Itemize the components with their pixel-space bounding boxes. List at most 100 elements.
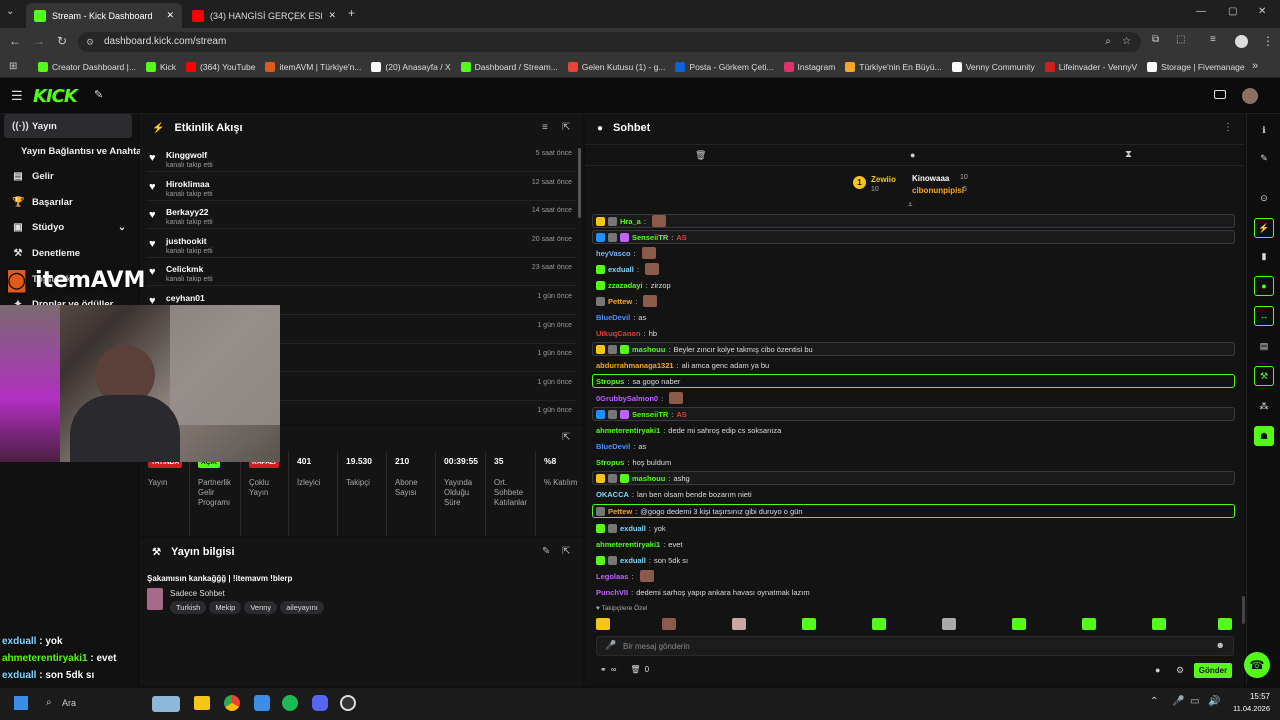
chat-username[interactable]: 0GrubbySalmon0: [596, 394, 658, 403]
activity-row[interactable]: ♥ justhookit kanalı takip etti 20 saat önce: [146, 230, 576, 258]
chat-username[interactable]: UtkuqCanon: [596, 329, 641, 338]
activity-row[interactable]: ♥ Celickmk kanalı takip etti 23 saat önce: [146, 258, 576, 287]
tray-chevron-icon[interactable]: ⌃: [1150, 696, 1158, 707]
popout-icon[interactable]: ⇱: [562, 432, 570, 443]
chat-icon[interactable]: ●: [910, 150, 915, 160]
chat-message[interactable]: BlueDevil: as: [596, 439, 646, 453]
network-icon[interactable]: ▭: [1190, 696, 1199, 707]
chat-message[interactable]: OKACCA: lan ben olsam bende bozarım nieti: [596, 487, 752, 501]
emote-icon[interactable]: [872, 618, 886, 630]
chat-username[interactable]: ahmeterentiryaki1: [596, 426, 660, 435]
close-tab-icon[interactable]: ✕: [166, 10, 174, 21]
bookmark-item[interactable]: Türkiye'nin En Büyü...: [845, 61, 942, 72]
bookmark-item[interactable]: Creator Dashboard |...: [38, 61, 136, 72]
emote-icon[interactable]: [1152, 618, 1166, 630]
emote-icon[interactable]: [662, 618, 676, 630]
chrome-icon[interactable]: [224, 695, 240, 711]
bookmark-item[interactable]: Storage | Fivemanage: [1147, 61, 1245, 72]
trash-icon[interactable]: 🗑: [630, 665, 640, 674]
weather-widget-icon[interactable]: [152, 696, 180, 712]
bookmark-item[interactable]: Instagram: [783, 61, 835, 72]
nodes-icon[interactable]: ⁂: [1254, 396, 1274, 416]
chat-username[interactable]: abdurrahmanaga1321: [596, 361, 674, 370]
trash-icon[interactable]: 🗑: [695, 150, 706, 161]
chat-input[interactable]: 🎤 Bir mesaj gönderin ☻: [596, 636, 1234, 656]
chat-message[interactable]: mashouu: Beyler zıncır kolye takmış cibo …: [592, 342, 1235, 356]
chat-message[interactable]: UtkuqCanon: hb: [596, 326, 657, 340]
bot-icon[interactable]: ☗: [1254, 426, 1274, 446]
chat-username[interactable]: Hra_a: [620, 217, 641, 226]
expand-icon[interactable]: ⩡: [908, 200, 913, 210]
chat-message[interactable]: ahmeterentiryaki1: dede mi sahroş edip cs…: [596, 423, 781, 437]
sidebar-item-gelir[interactable]: ▤ Gelir: [4, 164, 132, 188]
emote-icon[interactable]: [596, 618, 610, 630]
activity-row[interactable]: ♥ Hiroklimaa kanalı takip etti 12 saat önce: [146, 173, 576, 201]
menu-icon[interactable]: ☰: [11, 88, 23, 104]
user-avatar[interactable]: [1242, 88, 1258, 104]
search-icon[interactable]: ⌕: [1105, 32, 1111, 52]
kick-logo[interactable]: KICK: [33, 86, 78, 107]
popout-icon[interactable]: ⇱: [562, 546, 570, 557]
chat-icon[interactable]: ●: [1254, 276, 1274, 296]
chat-username[interactable]: PunchVII: [596, 588, 628, 597]
chat-username[interactable]: BlueDevil: [596, 313, 630, 322]
bookmark-item[interactable]: Kick: [145, 61, 176, 72]
sidebar-item-denetleme[interactable]: ⚒ Denetleme: [4, 241, 132, 265]
chat-message[interactable]: exduall: son 5dk sı: [596, 553, 688, 567]
chat-message[interactable]: SenseiiTR: AS: [592, 407, 1235, 421]
maximize-icon[interactable]: ▢: [1228, 6, 1237, 17]
stack-icon[interactable]: ▤: [1254, 336, 1274, 356]
broadcast-icon[interactable]: ↔: [1254, 306, 1274, 326]
chat-message[interactable]: mashouu: ashg: [592, 471, 1235, 485]
hammer-icon[interactable]: ⚒: [1254, 366, 1274, 386]
sidebar-item-yayin[interactable]: ((·)) Yayın: [4, 114, 132, 138]
chat-username[interactable]: ahmeterentiryaki1: [596, 540, 660, 549]
filter-icon[interactable]: ≡: [542, 122, 548, 133]
note-icon[interactable]: ▮: [1254, 246, 1274, 266]
more-menu-icon[interactable]: ⋮: [1262, 34, 1274, 48]
emote-icon[interactable]: [1218, 618, 1232, 630]
reload-icon[interactable]: ↻: [57, 34, 67, 48]
taskbar-search-label[interactable]: Ara: [62, 698, 76, 708]
hourglass-icon[interactable]: ⧗: [1125, 149, 1132, 160]
chat-username[interactable]: BlueDevil: [596, 442, 630, 451]
chat-username[interactable]: heyVasco: [596, 249, 631, 258]
chat-username[interactable]: SenseiiTR: [632, 410, 668, 419]
chat-username[interactable]: Legolaas: [596, 572, 629, 581]
sidebar-item-studyo[interactable]: ▣ Stüdyo ⌄: [4, 215, 132, 239]
media-icon[interactable]: ≡: [1210, 34, 1216, 45]
chat-username[interactable]: Pettew: [608, 297, 632, 306]
tab-youtube[interactable]: (34) HANGİSİ GERÇEK ESKİ SEV ✕: [184, 3, 344, 28]
chat-username[interactable]: exduall: [608, 265, 634, 274]
target-icon[interactable]: ⊙: [1254, 188, 1274, 208]
more-bookmarks-icon[interactable]: »: [1252, 60, 1258, 72]
activity-row[interactable]: ♥ Kinggwolf kanalı takip etti 5 saat önce: [146, 144, 576, 172]
chat-message[interactable]: 0GrubbySalmon0:: [596, 391, 684, 405]
emote-icon[interactable]: [942, 618, 956, 630]
bookmark-item[interactable]: Posta - Görkem Çeti...: [675, 61, 774, 72]
activity-row[interactable]: ♥ Berkayy22 kanalı takip etti 14 saat önce: [146, 201, 576, 230]
chat-message[interactable]: Hra_a:: [592, 214, 1235, 228]
chat-message[interactable]: exduall:: [596, 262, 659, 276]
pin-icon[interactable]: ✎: [94, 88, 103, 101]
chat-username[interactable]: SenseiiTR: [632, 233, 668, 242]
chat-username[interactable]: mashouu: [632, 345, 665, 354]
clock-date[interactable]: 11.04.2026: [1228, 704, 1270, 713]
forward-icon[interactable]: →: [33, 34, 45, 48]
bookmark-item[interactable]: Dashboard / Stream...: [460, 61, 558, 72]
back-icon[interactable]: ←: [9, 34, 21, 48]
chat-username[interactable]: OKACCA: [596, 490, 629, 499]
emoji-icon[interactable]: ☻: [1216, 640, 1225, 650]
chat-username[interactable]: Stropus: [596, 458, 624, 467]
mic-icon[interactable]: 🎤: [605, 640, 616, 651]
gear-icon[interactable]: ⚙: [1176, 665, 1184, 676]
windows-start-icon[interactable]: [14, 696, 28, 710]
edit-icon[interactable]: ✎: [542, 546, 550, 557]
chat-message[interactable]: SenseiiTR: AS: [592, 230, 1235, 244]
chat-message[interactable]: PunchVII: dedemi sarhoş yapıp ankara hava…: [596, 585, 810, 599]
tab-list-icon[interactable]: ⌄: [6, 6, 14, 17]
popout-icon[interactable]: ⇱: [562, 122, 570, 133]
chat-username[interactable]: Stropus: [596, 377, 624, 386]
taskbar-search-icon[interactable]: ⌕: [46, 697, 52, 708]
bookmark-item[interactable]: (364) YouTube: [186, 61, 255, 72]
